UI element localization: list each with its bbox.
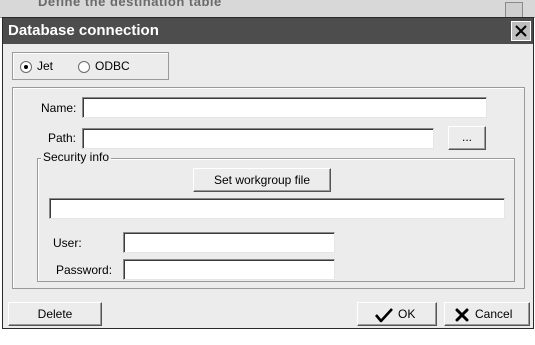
checkmark-icon <box>375 308 393 323</box>
odbc-radio[interactable] <box>78 61 90 73</box>
user-input[interactable] <box>123 232 335 253</box>
background-window-close-icon[interactable] <box>505 2 523 17</box>
ok-button[interactable]: OK <box>357 302 437 326</box>
set-workgroup-file-label: Set workgroup file <box>213 173 311 187</box>
browse-button-label: ... <box>461 130 472 144</box>
connection-type-group: Jet ODBC <box>12 52 169 80</box>
odbc-radio-label[interactable]: ODBC <box>95 59 130 73</box>
close-icon <box>515 25 527 37</box>
security-info-legend: Security info <box>41 150 112 164</box>
close-button[interactable] <box>511 21 531 41</box>
password-input[interactable] <box>123 259 335 280</box>
password-label: Password: <box>56 263 113 277</box>
jet-radio-label[interactable]: Jet <box>37 59 53 73</box>
cancel-button-label: Cancel <box>475 307 513 321</box>
cancel-button[interactable]: Cancel <box>444 302 530 326</box>
connection-details-group: Name: Path: ... Security info Set workgr… <box>12 87 525 289</box>
jet-radio[interactable] <box>20 61 32 73</box>
database-connection-dialog: Database connection Jet ODBC Name: Path:… <box>2 17 534 329</box>
dialog-title: Database connection <box>8 22 159 39</box>
name-input[interactable] <box>82 97 487 118</box>
delete-button-label: Delete <box>37 307 73 321</box>
name-label: Name: <box>41 101 77 115</box>
delete-button[interactable]: Delete <box>8 302 102 326</box>
set-workgroup-file-button[interactable]: Set workgroup file <box>193 168 331 192</box>
path-input[interactable] <box>82 128 434 149</box>
ok-button-label: OK <box>398 307 416 321</box>
background-window-titlebar: Define the destination table <box>0 0 535 18</box>
cancel-x-icon <box>455 308 469 322</box>
dialog-titlebar[interactable]: Database connection <box>3 18 533 44</box>
workgroup-file-input[interactable] <box>49 198 505 219</box>
browse-path-button[interactable]: ... <box>448 126 486 150</box>
user-label: User: <box>53 236 82 250</box>
background-window-title: Define the destination table <box>38 0 222 9</box>
path-label: Path: <box>48 131 77 145</box>
radio-selected-dot <box>24 65 28 69</box>
